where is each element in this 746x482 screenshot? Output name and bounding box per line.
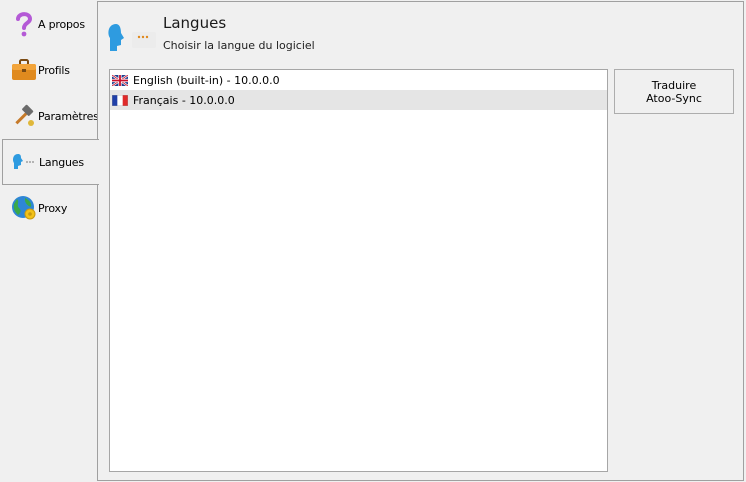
translate-button-line1: Traduire	[651, 78, 697, 92]
language-list[interactable]: English (built-in) - 10.0.0.0 Français -…	[109, 69, 608, 472]
translate-atoo-sync-button[interactable]: Traduire Atoo-Sync	[614, 69, 734, 114]
tab-strip: A propos Profils Paramètres Langues Prox…	[0, 0, 99, 482]
question-icon	[11, 11, 37, 37]
language-label: English (built-in) - 10.0.0.0	[133, 73, 280, 87]
speaking-head-icon	[106, 22, 158, 54]
options-window: A propos Profils Paramètres Langues Prox…	[0, 0, 746, 482]
france-flag-icon	[111, 94, 129, 106]
speaking-head-icon	[12, 149, 38, 175]
tab-label: Proxy	[38, 201, 68, 215]
language-row-english[interactable]: English (built-in) - 10.0.0.0	[110, 70, 607, 90]
tab-a-propos[interactable]: A propos	[2, 2, 97, 46]
tab-profils[interactable]: Profils	[2, 48, 97, 92]
page-title: Langues	[163, 14, 227, 32]
tab-label: A propos	[38, 17, 85, 31]
globe-icon	[11, 195, 37, 221]
language-row-francais[interactable]: Français - 10.0.0.0	[110, 90, 607, 110]
languages-panel: Langues Choisir la langue du logiciel En…	[97, 1, 744, 481]
tab-langues[interactable]: Langues	[2, 139, 99, 185]
tab-label: Paramètres	[38, 109, 99, 123]
tab-label: Langues	[39, 155, 84, 169]
tab-parametres[interactable]: Paramètres	[2, 94, 99, 138]
tab-proxy[interactable]: Proxy	[2, 186, 97, 230]
language-label: Français - 10.0.0.0	[133, 93, 235, 107]
tab-label: Profils	[38, 63, 70, 77]
translate-button-line2: Atoo-Sync	[646, 91, 702, 105]
briefcase-icon	[11, 57, 37, 83]
uk-flag-icon	[111, 73, 129, 87]
page-subtitle: Choisir la langue du logiciel	[163, 39, 315, 52]
hammer-icon	[11, 103, 37, 129]
